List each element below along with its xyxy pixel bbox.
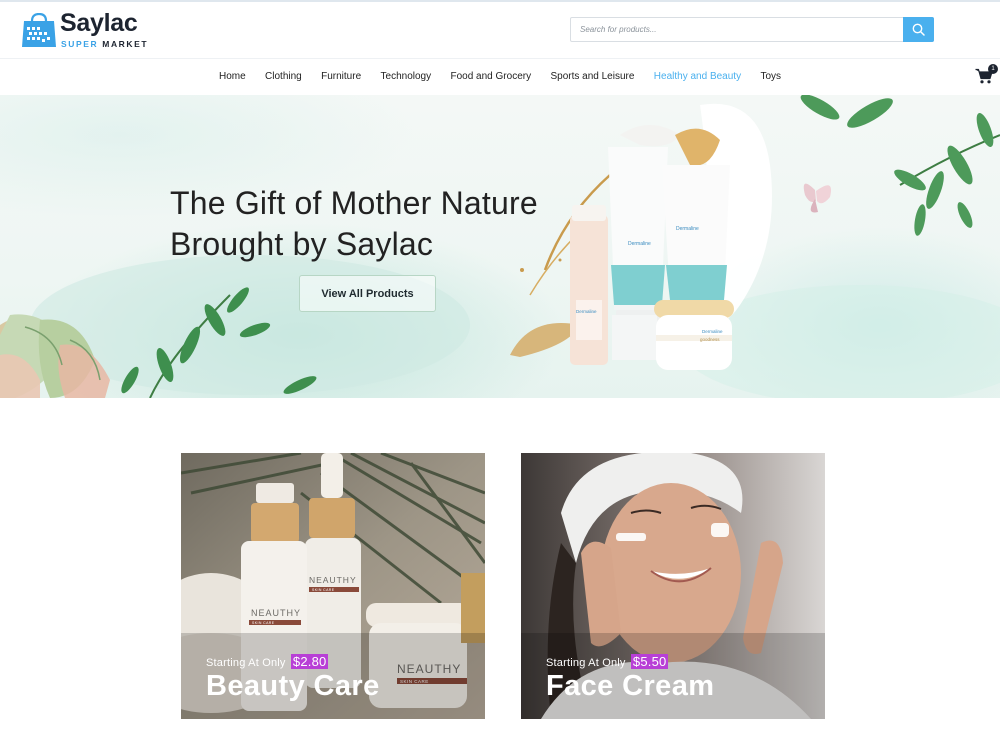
- hero-title-line-2: Brought by Saylac: [170, 226, 434, 262]
- search-bar: [570, 17, 934, 42]
- brand-tagline: SUPER MARKET: [61, 39, 148, 49]
- nav-menu: Home Clothing Furniture Technology Food …: [0, 59, 1000, 82]
- nav-item-clothing[interactable]: Clothing: [255, 59, 311, 82]
- logo[interactable]: Saylac SUPER MARKET: [20, 9, 150, 52]
- hero-title-line-1: The Gift of Mother Nature: [170, 185, 538, 221]
- main-nav: Home Clothing Furniture Technology Food …: [0, 58, 1000, 95]
- product-brand-label: Dermaline: [676, 226, 699, 232]
- card-caption: Starting At Only $2.80 Beauty Care: [206, 654, 380, 702]
- nav-item-sports-and-leisure[interactable]: Sports and Leisure: [541, 59, 644, 82]
- card-title: Beauty Care: [206, 670, 380, 702]
- site-header: Saylac SUPER MARKET: [0, 2, 1000, 58]
- search-button[interactable]: [903, 17, 934, 42]
- cart-button[interactable]: 1: [975, 64, 998, 88]
- product-line-label: SKIN CARE: [312, 588, 335, 592]
- search-icon: [912, 23, 925, 36]
- cream-tube-icon: [662, 165, 730, 300]
- product-brand-label: NEAUTHY: [309, 575, 357, 585]
- nav-item-food-and-grocery[interactable]: Food and Grocery: [441, 59, 541, 82]
- view-all-products-button[interactable]: View All Products: [299, 275, 436, 312]
- nav-item-technology[interactable]: Technology: [371, 59, 441, 82]
- product-brand-label: Dermaline: [576, 309, 597, 314]
- card-caption: Starting At Only $5.50 Face Cream: [546, 654, 714, 702]
- nav-item-home[interactable]: Home: [209, 59, 255, 82]
- shopping-bag-logo-icon: [22, 13, 56, 47]
- leaf-branch-icon: [800, 95, 1000, 236]
- brand-name: Saylac: [60, 9, 138, 37]
- card-title: Face Cream: [546, 670, 715, 702]
- card-starting-text: Starting At Only: [546, 657, 626, 669]
- card-starting-text: Starting At Only: [206, 657, 286, 669]
- product-brand-label: Dermaline: [628, 241, 651, 247]
- search-input[interactable]: [571, 18, 904, 41]
- product-name-label: goodness: [700, 337, 720, 342]
- category-card-beauty-care[interactable]: NEAUTHY SKIN CARE NEAUTHY SKIN CARE NEAU…: [181, 453, 485, 719]
- cart-count-badge: 1: [988, 64, 998, 74]
- cream-tube-icon: [608, 147, 668, 322]
- card-price: $2.80: [290, 654, 329, 669]
- nav-item-furniture[interactable]: Furniture: [311, 59, 370, 82]
- brand-tagline-accent: SUPER: [61, 39, 99, 49]
- card-price: $5.50: [630, 654, 669, 669]
- card-starting-line: Starting At Only $5.50: [546, 654, 714, 669]
- butterfly-icon: [803, 183, 832, 213]
- nav-item-toys[interactable]: Toys: [751, 59, 791, 82]
- product-line-label: SKIN CARE: [252, 621, 275, 625]
- product-brand-label: Dermaline: [702, 329, 723, 334]
- hero-banner: Dermaline Dermaline Dermaline Dermaline …: [0, 95, 1000, 398]
- nav-item-healthy-and-beauty[interactable]: Healthy and Beauty: [644, 59, 751, 82]
- product-brand-label: NEAUTHY: [251, 608, 301, 618]
- card-starting-line: Starting At Only $2.80: [206, 654, 380, 669]
- brand-tagline-rest: MARKET: [102, 39, 149, 49]
- category-card-face-cream[interactable]: Starting At Only $5.50 Face Cream: [521, 453, 825, 719]
- hero-title: The Gift of Mother Nature Brought by Say…: [170, 183, 590, 265]
